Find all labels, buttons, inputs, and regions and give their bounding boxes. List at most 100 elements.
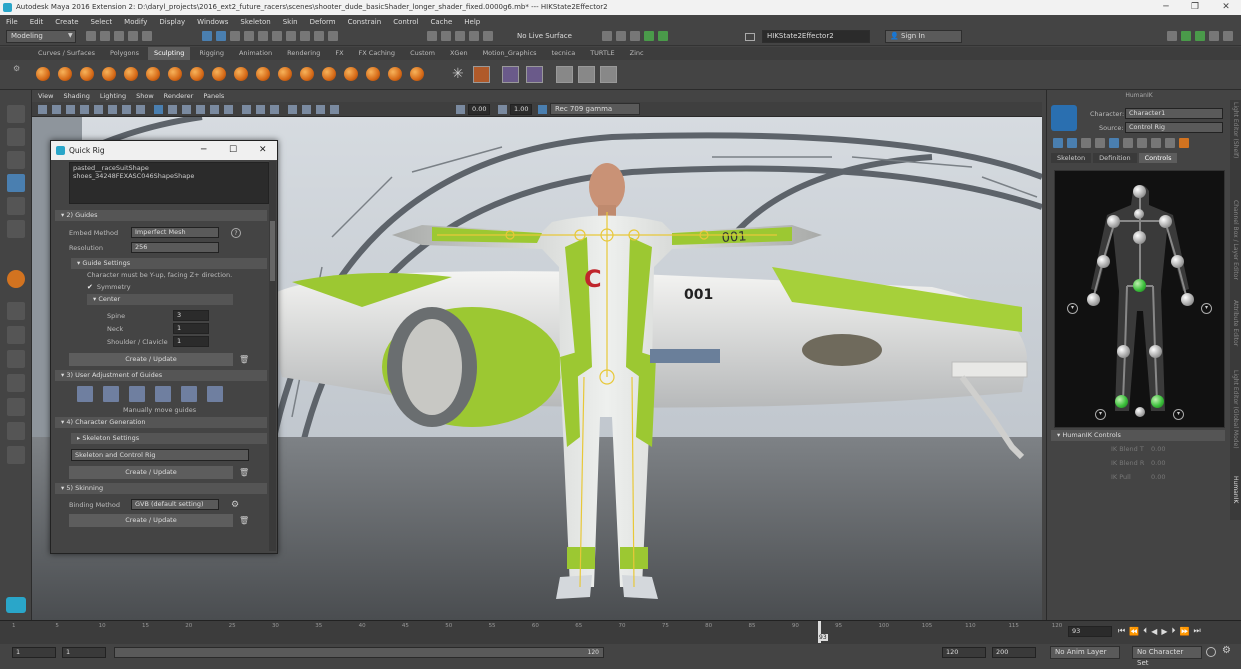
hierarchy-mode-icon[interactable] xyxy=(202,31,212,41)
shelf-gear-icon[interactable]: ⚙ xyxy=(13,64,20,73)
vp-menu-lighting[interactable]: Lighting xyxy=(100,92,126,100)
guide-tool-5-icon[interactable] xyxy=(181,386,197,402)
smear-tool-icon[interactable] xyxy=(344,67,358,81)
amplify-tool-icon[interactable] xyxy=(388,67,402,81)
side-tab-light-editor-shelf[interactable]: Light Editor (Shelf) xyxy=(1232,102,1239,158)
tool-settings-icon[interactable] xyxy=(1209,31,1219,41)
snap-view-icon[interactable] xyxy=(469,31,479,41)
go-to-start-icon[interactable]: ⏮ xyxy=(1118,626,1125,636)
pull-value[interactable]: 0.00 xyxy=(1151,473,1165,481)
smooth-shade-icon[interactable] xyxy=(168,105,177,114)
lights-icon[interactable] xyxy=(210,105,219,114)
root-effector[interactable] xyxy=(1135,407,1145,417)
shelf-tab-custom[interactable]: Custom xyxy=(404,47,441,60)
isolate-icon[interactable] xyxy=(242,105,251,114)
stamp-icon[interactable] xyxy=(556,66,573,83)
shelf-tab-fx[interactable]: FX xyxy=(329,47,349,60)
mask-handle-icon[interactable] xyxy=(244,31,254,41)
blend-r-value[interactable]: 0.00 xyxy=(1151,459,1165,467)
animation-start-field[interactable]: 1 xyxy=(12,647,56,658)
layout-2-icon[interactable] xyxy=(7,374,25,392)
repeat-tool-icon[interactable] xyxy=(212,67,226,81)
menu-control[interactable]: Control xyxy=(393,18,418,26)
anti-alias-icon[interactable] xyxy=(316,105,325,114)
mask-icon[interactable] xyxy=(473,66,490,83)
maximize-icon[interactable]: ❐ xyxy=(1181,0,1209,15)
shelf-tab-sculpting[interactable]: Sculpting xyxy=(147,47,191,60)
right-knee-effector[interactable] xyxy=(1149,345,1162,358)
help-icon[interactable]: ? xyxy=(231,227,241,238)
right-toe-toggle-icon[interactable]: ▾ xyxy=(1173,409,1184,420)
grab-tool-icon[interactable] xyxy=(102,67,116,81)
right-hand-effector[interactable] xyxy=(1181,293,1194,306)
object-mode-icon[interactable] xyxy=(216,31,226,41)
smooth-tool-icon[interactable] xyxy=(58,67,72,81)
hik-tool-7-icon[interactable] xyxy=(1137,138,1147,148)
four-view-icon[interactable] xyxy=(7,326,25,344)
left-foot-effector[interactable] xyxy=(1115,395,1128,408)
lasso-tool-icon[interactable] xyxy=(7,128,25,146)
animation-end-field[interactable]: 200 xyxy=(992,647,1036,658)
fill-tool-icon[interactable] xyxy=(300,67,314,81)
spray-tool-icon[interactable] xyxy=(190,67,204,81)
snap-live-icon[interactable] xyxy=(483,31,493,41)
skeleton-type-dropdown[interactable]: Skeleton and Control Rig xyxy=(71,449,249,461)
skeleton-settings-header[interactable]: ▸ Skeleton Settings xyxy=(71,433,267,444)
mask-deform-icon[interactable] xyxy=(300,31,310,41)
menu-edit[interactable]: Edit xyxy=(30,18,44,26)
component-mode-icon[interactable] xyxy=(230,31,240,41)
hik-tool-5-icon[interactable] xyxy=(1109,138,1119,148)
channel-box-icon[interactable] xyxy=(1223,31,1233,41)
select-tool-icon[interactable] xyxy=(7,105,25,123)
qr-scrollbar[interactable] xyxy=(269,161,276,551)
exposure-icon[interactable] xyxy=(456,105,465,114)
left-finger-toggle-icon[interactable]: ▾ xyxy=(1067,303,1078,314)
current-frame-field[interactable]: 93 xyxy=(1068,626,1112,637)
shelf-tab-tecnica[interactable]: tecnica xyxy=(546,47,582,60)
hik-tool-8-icon[interactable] xyxy=(1151,138,1161,148)
time-slider[interactable]: 1 5 10 15 20 25 30 35 40 45 50 55 60 65 70 75 80 85 90 95 10… xyxy=(0,620,1241,644)
camera-attr-icon[interactable] xyxy=(52,105,61,114)
mask-render-icon[interactable] xyxy=(328,31,338,41)
film-gate-icon[interactable] xyxy=(108,105,117,114)
scrape-tool-icon[interactable] xyxy=(278,67,292,81)
gamma-icon[interactable] xyxy=(498,105,507,114)
mask-surface-icon[interactable] xyxy=(286,31,296,41)
xray-joints-icon[interactable] xyxy=(270,105,279,114)
side-tab-channel-box[interactable]: Channel Box / Layer Editor xyxy=(1232,200,1239,280)
guide-tool-4-icon[interactable] xyxy=(155,386,171,402)
menu-help[interactable]: Help xyxy=(464,18,480,26)
xray-icon[interactable] xyxy=(256,105,265,114)
hik-tool-10-icon[interactable] xyxy=(1179,138,1189,148)
shelf-tab-polygons[interactable]: Polygons xyxy=(104,47,145,60)
left-shoulder-effector[interactable] xyxy=(1107,215,1120,228)
chest-effector[interactable] xyxy=(1133,231,1146,244)
last-tool-icon[interactable] xyxy=(7,270,25,288)
shelf-tab-turtle[interactable]: TURTLE xyxy=(584,47,620,60)
qr-scroll-thumb[interactable] xyxy=(270,221,275,281)
vp-menu-shading[interactable]: Shading xyxy=(63,92,89,100)
snap-curve-icon[interactable] xyxy=(441,31,451,41)
layout-4-icon[interactable] xyxy=(7,422,25,440)
gate-mask-icon[interactable] xyxy=(136,105,145,114)
menu-select[interactable]: Select xyxy=(91,18,113,26)
hypershade-icon[interactable] xyxy=(644,31,654,41)
snap-point-icon[interactable] xyxy=(455,31,465,41)
side-tab-attribute-editor[interactable]: Attribute Editor xyxy=(1232,300,1239,346)
shelf-tab-animation[interactable]: Animation xyxy=(233,47,278,60)
open-scene-icon[interactable] xyxy=(100,31,110,41)
new-scene-icon[interactable] xyxy=(86,31,96,41)
shelf-tab-curves[interactable]: Curves / Surfaces xyxy=(32,47,101,60)
mesh-list-item[interactable]: pasted__raceSuitShape xyxy=(73,164,265,172)
create-update-chargen-button[interactable]: Create / Update xyxy=(69,466,233,479)
right-shoulder-effector[interactable] xyxy=(1159,215,1172,228)
auto-key-icon[interactable] xyxy=(1206,647,1216,657)
knife-tool-icon[interactable] xyxy=(322,67,336,81)
save-scene-icon[interactable] xyxy=(114,31,124,41)
layout-5-icon[interactable] xyxy=(7,446,25,464)
menu-create[interactable]: Create xyxy=(55,18,78,26)
guide-tool-2-icon[interactable] xyxy=(103,386,119,402)
embed-method-dropdown[interactable]: Imperfect Mesh xyxy=(131,227,219,238)
guide-tool-3-icon[interactable] xyxy=(129,386,145,402)
right-foot-effector[interactable] xyxy=(1151,395,1164,408)
